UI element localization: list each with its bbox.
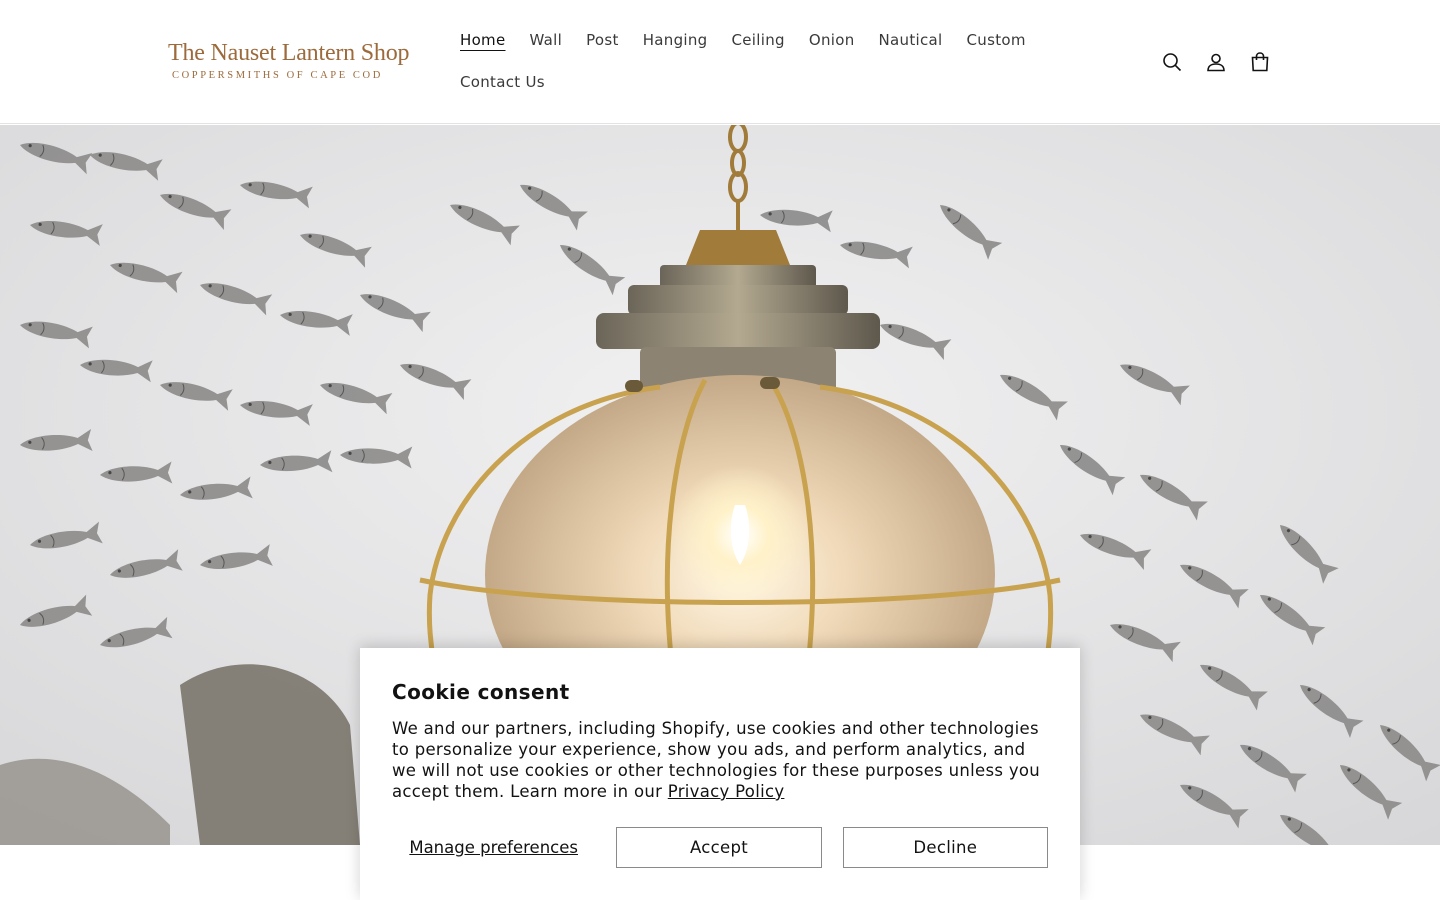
cookie-description: We and our partners, including Shopify, … bbox=[392, 718, 1048, 802]
nav-item-post[interactable]: Post bbox=[574, 20, 631, 62]
search-icon bbox=[1163, 53, 1182, 72]
site-header: The Nauset Lantern Shop COPPERSMITHS OF … bbox=[0, 0, 1440, 124]
nav-item-nautical[interactable]: Nautical bbox=[867, 20, 955, 62]
cookie-consent-banner: Cookie consent We and our partners, incl… bbox=[360, 648, 1080, 900]
main-nav: Home Wall Post Hanging Ceiling Onion Nau… bbox=[448, 20, 1048, 104]
cookie-actions: Manage preferences Accept Decline bbox=[392, 827, 1048, 868]
cart-icon bbox=[1251, 52, 1269, 72]
logo-title: The Nauset Lantern Shop bbox=[168, 40, 410, 66]
search-button[interactable] bbox=[1150, 40, 1194, 84]
nav-item-home[interactable]: Home bbox=[448, 20, 518, 62]
cookie-title: Cookie consent bbox=[392, 680, 570, 704]
nav-item-custom[interactable]: Custom bbox=[955, 20, 1038, 62]
account-button[interactable] bbox=[1194, 40, 1238, 84]
nav-item-wall[interactable]: Wall bbox=[518, 20, 575, 62]
logo-subtitle: COPPERSMITHS OF CAPE COD bbox=[172, 70, 383, 81]
privacy-policy-link[interactable]: Privacy Policy bbox=[668, 782, 785, 801]
nav-item-hanging[interactable]: Hanging bbox=[631, 20, 720, 62]
nav-item-onion[interactable]: Onion bbox=[797, 20, 867, 62]
decline-button[interactable]: Decline bbox=[842, 827, 1048, 868]
manage-preferences-link[interactable]: Manage preferences bbox=[392, 838, 595, 857]
accept-button[interactable]: Accept bbox=[616, 827, 822, 868]
cart-button[interactable] bbox=[1238, 40, 1282, 84]
account-icon bbox=[1207, 53, 1225, 72]
header-icons bbox=[1150, 40, 1282, 84]
shop-logo[interactable]: The Nauset Lantern Shop COPPERSMITHS OF … bbox=[168, 40, 424, 86]
nav-item-ceiling[interactable]: Ceiling bbox=[720, 20, 797, 62]
nav-item-contact-us[interactable]: Contact Us bbox=[448, 62, 557, 104]
